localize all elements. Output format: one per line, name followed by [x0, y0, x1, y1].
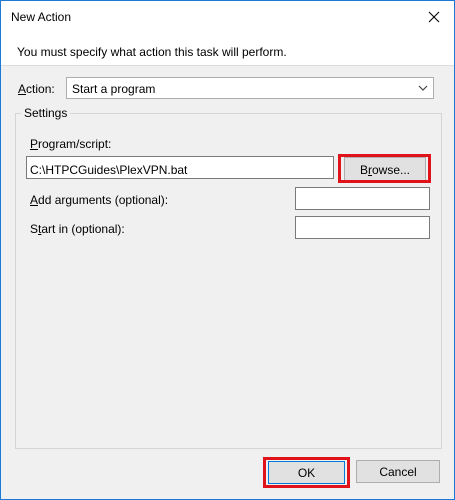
- instruction-band: You must specify what action this task w…: [1, 32, 454, 66]
- action-label: Action:: [18, 82, 55, 96]
- new-action-dialog: New Action You must specify what action …: [0, 0, 455, 500]
- chevron-down-icon: [418, 85, 428, 91]
- browse-button[interactable]: Br owse...: [344, 157, 426, 182]
- program-script-label: Program/script:: [30, 137, 112, 151]
- close-button[interactable]: [414, 1, 454, 32]
- action-dropdown-value: Start a program: [72, 82, 156, 96]
- action-dropdown[interactable]: Start a program: [66, 77, 434, 99]
- title-bar: New Action: [1, 1, 454, 32]
- add-arguments-input[interactable]: [295, 187, 430, 210]
- ok-button[interactable]: OK: [268, 461, 345, 484]
- cancel-button[interactable]: Cancel: [356, 460, 440, 483]
- start-in-label: Start in (optional):: [30, 222, 125, 236]
- instruction-text: You must specify what action this task w…: [17, 45, 287, 59]
- settings-group-label: Settings: [21, 106, 71, 120]
- program-script-input[interactable]: [26, 156, 334, 179]
- add-arguments-label: Add arguments (optional):: [30, 193, 169, 207]
- close-icon: [428, 11, 440, 22]
- start-in-input[interactable]: [295, 216, 430, 239]
- window-title: New Action: [11, 10, 72, 24]
